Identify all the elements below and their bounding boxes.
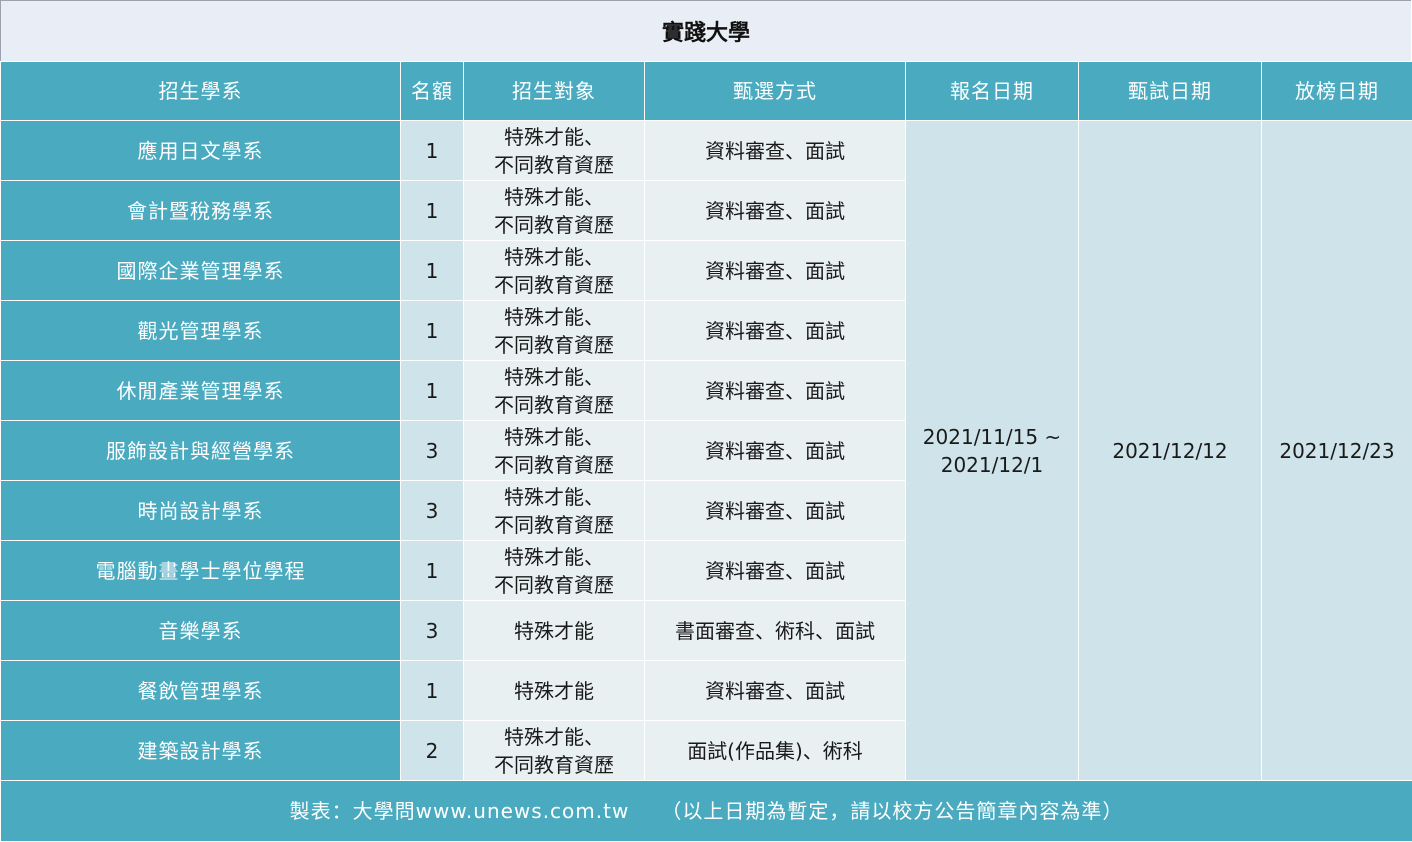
- target-line: 特殊才能、: [504, 184, 604, 209]
- target-cell: 特殊才能、不同教育資歷: [463, 720, 645, 781]
- dept-cell: 會計暨稅務學系: [0, 180, 401, 241]
- admission-table-page: 實踐大學 招生學系 名額 招生對象 甄選方式 報名日期 甄試日期 放榜日期 應用…: [0, 0, 1412, 842]
- target-line: 特殊才能、: [504, 124, 604, 149]
- quota-cell: 1: [400, 360, 464, 421]
- target-line: 不同教育資歷: [494, 212, 614, 237]
- register-date-line: 2021/12/1: [940, 452, 1044, 477]
- method-cell: 資料審查、面試: [644, 300, 906, 361]
- target-line: 不同教育資歷: [494, 512, 614, 537]
- target-line: 特殊才能、: [504, 304, 604, 329]
- quota-cell: 3: [400, 600, 464, 661]
- method-cell: 資料審查、面試: [644, 120, 906, 181]
- quota-cell: 1: [400, 300, 464, 361]
- header-dept: 招生學系: [0, 61, 401, 121]
- quota-cell: 1: [400, 180, 464, 241]
- target-cell: 特殊才能、不同教育資歷: [463, 360, 645, 421]
- target-line: 特殊才能、: [504, 244, 604, 269]
- dept-cell: 電腦動畫學士學位學程: [0, 540, 401, 601]
- dept-cell: 觀光管理學系: [0, 300, 401, 361]
- target-line: 特殊才能: [514, 618, 594, 643]
- target-line: 不同教育資歷: [494, 332, 614, 357]
- quota-cell: 1: [400, 240, 464, 301]
- quota-cell: 1: [400, 540, 464, 601]
- dept-cell: 餐飲管理學系: [0, 660, 401, 721]
- header-exam-date: 甄試日期: [1078, 61, 1262, 121]
- method-cell: 資料審查、面試: [644, 480, 906, 541]
- target-cell: 特殊才能: [463, 600, 645, 661]
- announce-date-cell: 2021/12/23: [1261, 120, 1412, 781]
- method-cell: 書面審查、術科、面試: [644, 600, 906, 661]
- footer-row: 製表：大學問www.unews.com.tw （以上日期為暫定，請以校方公告簡章…: [0, 780, 1412, 842]
- table-row: 應用日文學系 1 特殊才能、 不同教育資歷 資料審查、面試 2021/11/15 ~202…: [0, 120, 1412, 781]
- dept-cell: 建築設計學系: [0, 720, 401, 781]
- register-date-cell: 2021/11/15 ~ 2021/12/1: [905, 120, 1079, 781]
- target-cell: 特殊才能、不同教育資歷: [463, 540, 645, 601]
- dept-cell: 國際企業管理學系: [0, 240, 401, 301]
- quota-cell: 1: [400, 120, 464, 181]
- dept-cell: 服飾設計與經營學系: [0, 420, 401, 481]
- header-announce-date: 放榜日期: [1261, 61, 1412, 121]
- quota-cell: 3: [400, 480, 464, 541]
- target-line: 不同教育資歷: [494, 272, 614, 297]
- target-line: 不同教育資歷: [494, 452, 614, 477]
- target-cell: 特殊才能、不同教育資歷: [463, 300, 645, 361]
- target-cell: 特殊才能、不同教育資歷: [463, 240, 645, 301]
- method-cell: 面試(作品集)、術科: [644, 720, 906, 781]
- target-line: 特殊才能: [514, 678, 594, 703]
- target-line: 特殊才能、: [504, 364, 604, 389]
- footer-note: 製表：大學問www.unews.com.tw （以上日期為暫定，請以校方公告簡章…: [0, 780, 1412, 842]
- quota-cell: 3: [400, 420, 464, 481]
- target-cell: 特殊才能、不同教育資歷: [463, 480, 645, 541]
- target-line: 不同教育資歷: [494, 152, 614, 177]
- quota-cell: 2: [400, 720, 464, 781]
- method-cell: 資料審查、面試: [644, 540, 906, 601]
- target-cell: 特殊才能、不同教育資歷: [463, 420, 645, 481]
- target-line: 特殊才能、: [504, 484, 604, 509]
- header-register-date: 報名日期: [905, 61, 1079, 121]
- target-line: 不同教育資歷: [494, 752, 614, 777]
- target-cell: 特殊才能、不同教育資歷: [463, 120, 645, 181]
- method-cell: 資料審查、面試: [644, 360, 906, 421]
- exam-date-cell: 2021/12/12: [1078, 120, 1262, 781]
- dept-cell: 時尚設計學系: [0, 480, 401, 541]
- method-cell: 資料審查、面試: [644, 180, 906, 241]
- header-quota: 名額: [400, 61, 464, 121]
- target-line: 特殊才能、: [504, 544, 604, 569]
- register-date-line: 2021/11/15 ~: [922, 424, 1062, 449]
- method-cell: 資料審查、面試: [644, 660, 906, 721]
- header-method: 甄選方式: [644, 61, 906, 121]
- target-cell: 特殊才能、不同教育資歷: [463, 180, 645, 241]
- target-line: 不同教育資歷: [494, 392, 614, 417]
- target-cell: 特殊才能: [463, 660, 645, 721]
- dept-cell: 休閒產業管理學系: [0, 360, 401, 421]
- header-row: 招生學系 名額 招生對象 甄選方式 報名日期 甄試日期 放榜日期: [0, 61, 1412, 121]
- header-target: 招生對象: [463, 61, 645, 121]
- method-cell: 資料審查、面試: [644, 420, 906, 481]
- target-line: 特殊才能、: [504, 424, 604, 449]
- page-title: 實踐大學: [0, 0, 1411, 62]
- quota-cell: 1: [400, 660, 464, 721]
- target-line: 特殊才能、: [504, 724, 604, 749]
- dept-cell: 音樂學系: [0, 600, 401, 661]
- dept-cell: 應用日文學系: [0, 120, 401, 181]
- method-cell: 資料審查、面試: [644, 240, 906, 301]
- target-line: 不同教育資歷: [494, 572, 614, 597]
- admission-table: 招生學系 名額 招生對象 甄選方式 報名日期 甄試日期 放榜日期 應用日文學系 1…: [0, 61, 1412, 842]
